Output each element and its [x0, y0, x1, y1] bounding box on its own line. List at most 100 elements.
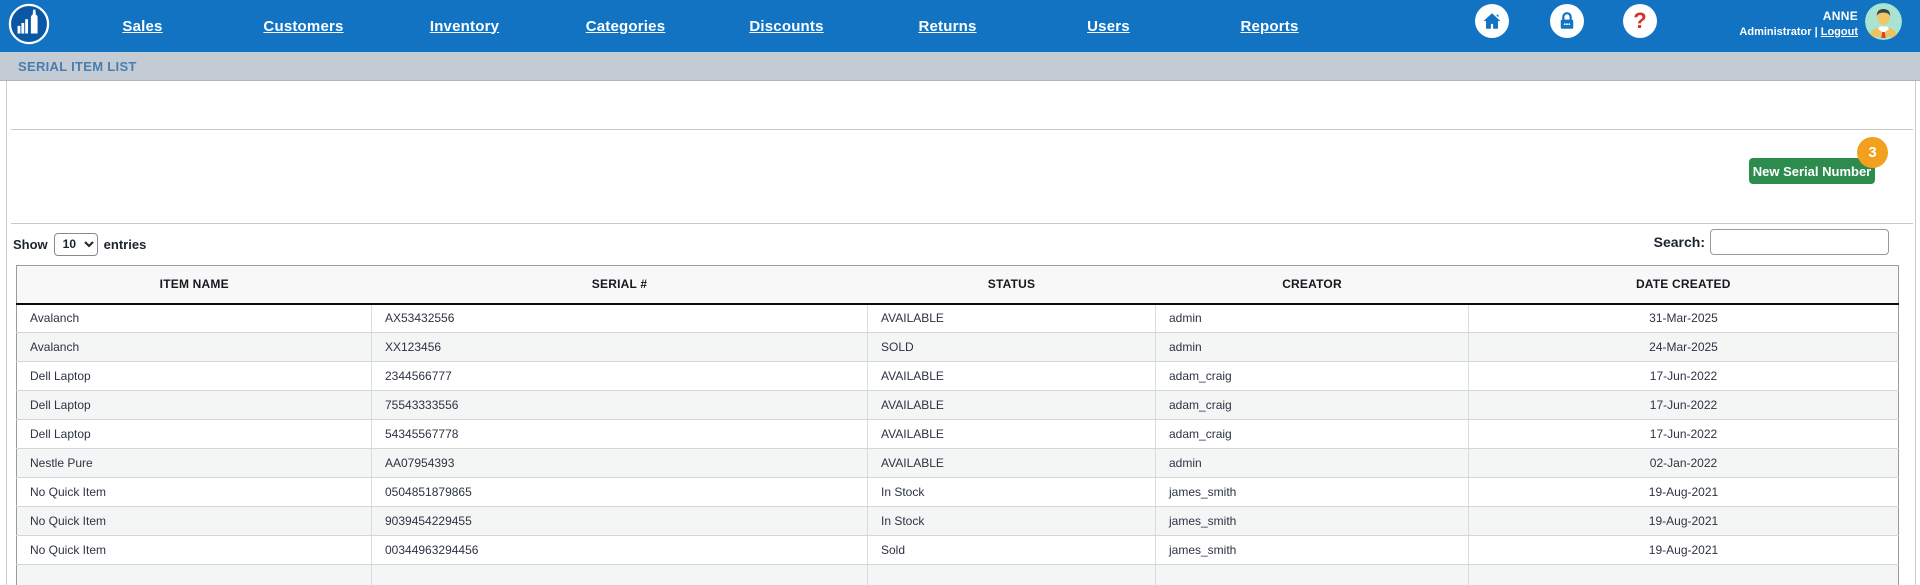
menu-item-customers[interactable]: Customers: [223, 0, 384, 52]
cell-item-name: Dell Laptop: [17, 362, 372, 391]
col-header-creator[interactable]: CREATOR: [1156, 266, 1469, 304]
col-header-status[interactable]: STATUS: [868, 266, 1156, 304]
search-controls: Search:: [1654, 229, 1889, 255]
cell-creator: james_smith: [1156, 507, 1469, 536]
table-row[interactable]: No Quick Item 00344963294456 Sold james_…: [17, 536, 1899, 565]
entries-label: entries: [104, 237, 147, 252]
home-icon[interactable]: [1475, 4, 1509, 38]
table-row[interactable]: No Quick Item 0504851879865 In Stock jam…: [17, 478, 1899, 507]
cell-serial: 00344963294456: [372, 536, 868, 565]
lock-icon[interactable]: [1550, 4, 1584, 38]
app-logo-icon[interactable]: [8, 3, 50, 45]
serial-item-list-page: Sales Customers Inventory Categories Dis…: [0, 0, 1920, 585]
menu-item-users[interactable]: Users: [1028, 0, 1189, 52]
table-header-row: ITEM NAME SERIAL # STATUS CREATOR DATE C…: [17, 266, 1899, 304]
page-size-controls: Show 10 entries: [13, 231, 146, 257]
table-row[interactable]: No Quick Item 9039454229455 In Stock jam…: [17, 507, 1899, 536]
cell-status: AVAILABLE: [868, 420, 1156, 449]
content-panel: New Serial Number 3 Show 10 entries Sear…: [6, 81, 1916, 585]
cell-status: [868, 565, 1156, 585]
table-row[interactable]: Dell Laptop 2344566777 AVAILABLE adam_cr…: [17, 362, 1899, 391]
cell-status: AVAILABLE: [868, 304, 1156, 333]
menu-item-discounts[interactable]: Discounts: [706, 0, 867, 52]
cell-item-name: Dell Laptop: [17, 420, 372, 449]
cell-date-created: 19-Aug-2021: [1469, 507, 1899, 536]
menu-item-reports[interactable]: Reports: [1189, 0, 1350, 52]
search-input[interactable]: [1710, 229, 1889, 255]
user-separator: |: [1815, 26, 1818, 38]
serial-table: ITEM NAME SERIAL # STATUS CREATOR DATE C…: [16, 265, 1899, 585]
cell-date-created: 24-Mar-2025: [1469, 333, 1899, 362]
cell-date-created: 19-Aug-2021: [1469, 478, 1899, 507]
table-row[interactable]: Avalanch XX123456 SOLD admin 24-Mar-2025: [17, 333, 1899, 362]
notification-badge: 3: [1857, 137, 1888, 168]
top-navbar: Sales Customers Inventory Categories Dis…: [0, 0, 1920, 52]
table-row[interactable]: Avalanch AX53432556 AVAILABLE admin 31-M…: [17, 304, 1899, 333]
cell-item-name: No Quick Item: [17, 478, 372, 507]
cell-item-name: Avalanch: [17, 333, 372, 362]
cell-creator: admin: [1156, 333, 1469, 362]
cell-status: AVAILABLE: [868, 391, 1156, 420]
table-row-partial[interactable]: [17, 565, 1899, 585]
search-label: Search:: [1654, 234, 1705, 250]
cell-date-created: 19-Aug-2021: [1469, 536, 1899, 565]
cell-date-created: 17-Jun-2022: [1469, 420, 1899, 449]
cell-serial: 0504851879865: [372, 478, 868, 507]
help-icon[interactable]: ?: [1623, 4, 1657, 38]
cell-serial: [372, 565, 868, 585]
col-header-item-name[interactable]: ITEM NAME: [17, 266, 372, 304]
cell-status: In Stock: [868, 478, 1156, 507]
table-row[interactable]: Nestle Pure AA07954393 AVAILABLE admin 0…: [17, 449, 1899, 478]
cell-date-created: 17-Jun-2022: [1469, 362, 1899, 391]
cell-item-name: Nestle Pure: [17, 449, 372, 478]
menu-item-inventory[interactable]: Inventory: [384, 0, 545, 52]
cell-creator: adam_craig: [1156, 420, 1469, 449]
cell-status: AVAILABLE: [868, 449, 1156, 478]
table-row[interactable]: Dell Laptop 75543333556 AVAILABLE adam_c…: [17, 391, 1899, 420]
toolbar-top-divider: [11, 129, 1913, 130]
cell-item-name: No Quick Item: [17, 507, 372, 536]
cell-serial: AA07954393: [372, 449, 868, 478]
new-serial-number-button[interactable]: New Serial Number: [1749, 158, 1875, 184]
menu-item-returns[interactable]: Returns: [867, 0, 1028, 52]
breadcrumb: SERIAL ITEM LIST: [0, 52, 1920, 81]
cell-status: SOLD: [868, 333, 1156, 362]
cell-serial: 54345567778: [372, 420, 868, 449]
cell-serial: XX123456: [372, 333, 868, 362]
cell-date-created: 02-Jan-2022: [1469, 449, 1899, 478]
col-header-date-created[interactable]: DATE CREATED: [1469, 266, 1899, 304]
cell-creator: james_smith: [1156, 478, 1469, 507]
table-row[interactable]: Dell Laptop 54345567778 AVAILABLE adam_c…: [17, 420, 1899, 449]
user-block: ANNE Administrator | Logout: [1739, 8, 1858, 40]
page-title: SERIAL ITEM LIST: [18, 59, 137, 74]
cell-creator: admin: [1156, 449, 1469, 478]
page-size-select[interactable]: 10: [54, 233, 98, 256]
help-question-glyph: ?: [1633, 10, 1646, 32]
cell-serial: AX53432556: [372, 304, 868, 333]
cell-creator: adam_craig: [1156, 391, 1469, 420]
toolbar-bottom-divider: [11, 223, 1913, 224]
show-label: Show: [13, 237, 48, 252]
cell-status: In Stock: [868, 507, 1156, 536]
cell-creator: james_smith: [1156, 536, 1469, 565]
cell-status: AVAILABLE: [868, 362, 1156, 391]
serial-table-wrap: ITEM NAME SERIAL # STATUS CREATOR DATE C…: [16, 265, 1898, 585]
user-avatar[interactable]: [1865, 3, 1902, 40]
cell-serial: 9039454229455: [372, 507, 868, 536]
cell-creator: [1156, 565, 1469, 585]
cell-item-name: Avalanch: [17, 304, 372, 333]
user-name: ANNE: [1739, 8, 1858, 25]
menu-item-categories[interactable]: Categories: [545, 0, 706, 52]
cell-date-created: 31-Mar-2025: [1469, 304, 1899, 333]
cell-date-created: 17-Jun-2022: [1469, 391, 1899, 420]
cell-status: Sold: [868, 536, 1156, 565]
cell-item-name: [17, 565, 372, 585]
cell-item-name: Dell Laptop: [17, 391, 372, 420]
menu-item-sales[interactable]: Sales: [62, 0, 223, 52]
logout-link[interactable]: Logout: [1821, 26, 1858, 38]
cell-serial: 2344566777: [372, 362, 868, 391]
main-menu: Sales Customers Inventory Categories Dis…: [62, 0, 1350, 52]
user-role: Administrator: [1739, 26, 1811, 38]
col-header-serial[interactable]: SERIAL #: [372, 266, 868, 304]
cell-date-created: [1469, 565, 1899, 585]
